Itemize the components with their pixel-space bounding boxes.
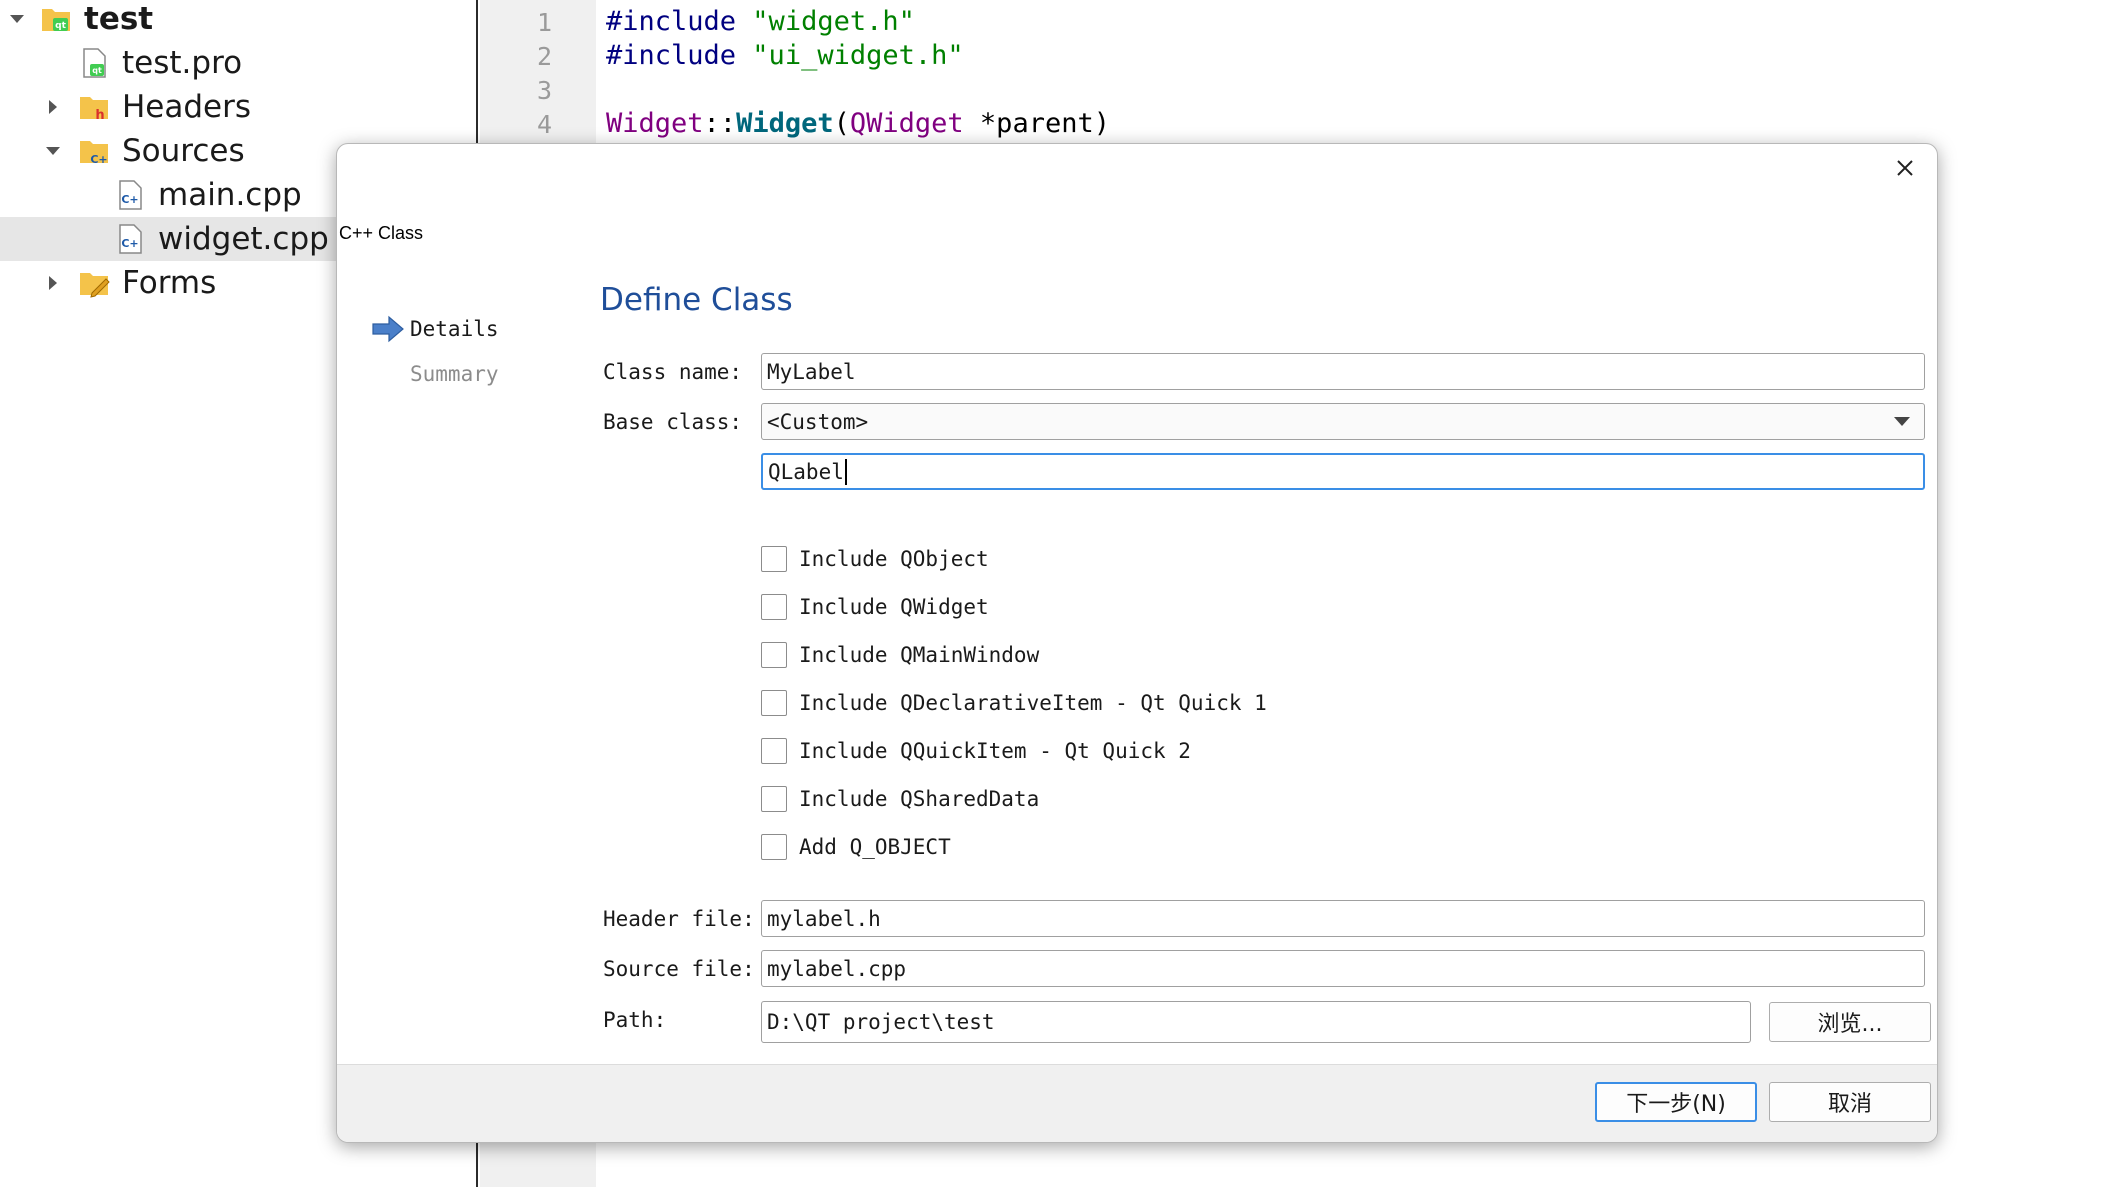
collapsed-arrow-icon[interactable] [42,96,64,118]
preprocessor-token: #include [606,6,737,37]
checkbox[interactable] [761,834,787,860]
source-file-label: Source file: [603,957,755,981]
expanded-arrow-icon[interactable] [6,8,28,30]
header-file-input[interactable]: mylabel.h [761,900,1925,937]
cpp-file-icon: C+ [114,223,146,255]
cancel-button[interactable]: 取消 [1769,1082,1931,1122]
tree-item-label: test.pro [122,45,243,81]
checkbox-label: Include QQuickItem - Qt Quick 2 [799,739,1191,763]
checkbox-label: Include QMainWindow [799,643,1040,667]
source-file-input[interactable]: mylabel.cpp [761,950,1925,987]
page-heading: Define Class [600,282,793,318]
tree-item-label: test [84,1,154,37]
dialog-title: C++ Class [339,223,424,243]
checkbox[interactable] [761,786,787,812]
header-file-label: Header file: [603,907,755,931]
svg-text:qt: qt [55,21,66,31]
tree-item-test[interactable]: qt test [0,0,476,41]
chevron-down-icon [1894,417,1910,426]
checkbox[interactable] [761,690,787,716]
line-number: 2 [536,42,552,71]
string-token: "widget.h" [736,6,915,37]
tree-item-label: Headers [122,89,252,125]
cpp-file-icon: C+ [114,179,146,211]
svg-text:qt: qt [92,66,102,75]
checkbox-include-qwidget[interactable]: Include QWidget [761,592,989,622]
checkbox[interactable] [761,594,787,620]
string-token: "ui_widget.h" [736,40,964,71]
tree-item-label: Forms [122,265,217,301]
type-token: QWidget [849,108,964,139]
forms-folder-icon [78,267,110,299]
function-token: Widget [736,108,834,139]
close-icon [1896,159,1914,181]
checkbox[interactable] [761,546,787,572]
wizard-step-summary: Summary [410,362,499,386]
svg-text:C+: C+ [90,153,107,166]
sources-folder-icon: C+ [78,135,110,167]
checkbox-include-qquickitem[interactable]: Include QQuickItem - Qt Quick 2 [761,736,1191,766]
code-line: #include "widget.h" [606,6,915,37]
path-label: Path: [603,1008,667,1032]
path-input[interactable]: D:\QT project\test [761,1001,1751,1043]
headers-folder-icon: h [78,91,110,123]
checkbox-include-qmainwindow[interactable]: Include QMainWindow [761,640,1039,670]
svg-text:C+: C+ [121,193,138,206]
checkbox-label: Add Q_OBJECT [799,835,951,859]
svg-text:C+: C+ [121,237,138,250]
checkbox-include-qshareddata[interactable]: Include QSharedData [761,784,1039,814]
type-token: Widget [606,108,704,139]
checkbox-add-q-object[interactable]: Add Q_OBJECT [761,832,951,862]
dialog-footer: 下一步(N) 取消 [337,1064,1937,1142]
next-button[interactable]: 下一步(N) [1595,1082,1757,1122]
checkbox-label: Include QDeclarativeItem - Qt Quick 1 [799,691,1267,715]
new-class-dialog: C++ Class Details Summary Define Class C… [336,143,1938,1143]
expanded-arrow-icon[interactable] [42,140,64,162]
checkbox-include-qobject[interactable]: Include QObject [761,544,989,574]
param-token: *parent) [963,108,1110,139]
checkbox[interactable] [761,642,787,668]
code-line: Widget::Widget(QWidget *parent) [606,108,1110,139]
checkbox[interactable] [761,738,787,764]
tree-item-headers[interactable]: h Headers [0,85,476,129]
tree-item-label: Sources [122,133,245,169]
tree-item-test-pro[interactable]: qt test.pro [0,41,476,85]
line-number: 4 [536,110,552,139]
base-class-label: Base class: [603,410,743,434]
class-name-label: Class name: [603,360,743,384]
base-class-value: <Custom> [767,409,869,434]
arrow-right-icon [371,315,405,347]
paren-token: ( [833,108,850,139]
text-caret [844,458,847,485]
collapsed-arrow-icon[interactable] [42,272,64,294]
checkbox-include-qdeclarativeitem[interactable]: Include QDeclarativeItem - Qt Quick 1 [761,688,1267,718]
code-line: #include "ui_widget.h" [606,40,964,71]
line-number: 3 [536,76,552,105]
checkbox-label: Include QObject [799,547,989,571]
checkbox-label: Include QWidget [799,595,989,619]
tree-item-label: main.cpp [158,177,302,213]
custom-base-value: QLabel [768,459,844,484]
line-number: 1 [536,8,552,37]
base-class-select[interactable]: <Custom> [761,403,1925,440]
qt-pro-file-icon: qt [78,47,110,79]
qt-project-folder-icon: qt [40,3,72,35]
wizard-step-details: Details [410,317,499,341]
close-button[interactable] [1887,152,1923,188]
custom-base-class-input[interactable]: QLabel [761,453,1925,490]
svg-text:h: h [95,108,104,123]
tree-item-label: widget.cpp [158,221,329,257]
checkbox-label: Include QSharedData [799,787,1040,811]
class-name-input[interactable]: MyLabel [761,353,1925,390]
scope-token: :: [703,108,737,139]
browse-button[interactable]: 浏览... [1769,1002,1931,1042]
preprocessor-token: #include [606,40,737,71]
